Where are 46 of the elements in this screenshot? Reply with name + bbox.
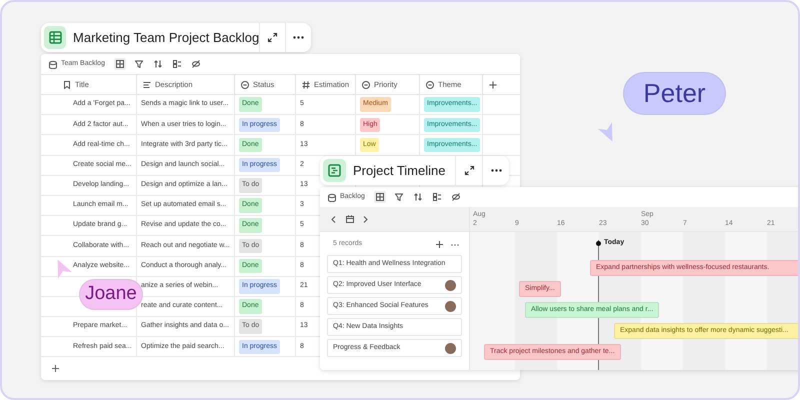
status-icon bbox=[362, 80, 370, 88]
database-icon bbox=[328, 192, 336, 202]
sort-icon bbox=[154, 60, 162, 68]
hidden-eye-icon bbox=[452, 193, 460, 201]
sheet-icon bbox=[48, 31, 62, 44]
chevron-right-icon bbox=[363, 216, 368, 222]
filter-button[interactable] bbox=[392, 191, 405, 203]
more-icon bbox=[293, 36, 304, 39]
status-icon bbox=[241, 80, 249, 88]
group-button[interactable] bbox=[430, 191, 443, 203]
calendar-button[interactable] bbox=[346, 214, 356, 224]
hash-icon bbox=[302, 80, 310, 88]
grid-button[interactable] bbox=[374, 191, 386, 203]
hidden-eye-icon bbox=[192, 60, 200, 68]
text-lines-icon bbox=[143, 80, 151, 88]
sort-button[interactable] bbox=[152, 58, 164, 70]
plus-icon bbox=[489, 80, 497, 88]
grid-icon bbox=[376, 193, 384, 201]
filter-button[interactable] bbox=[132, 58, 145, 70]
hide-button[interactable] bbox=[450, 191, 462, 203]
chevron-left-icon bbox=[331, 216, 336, 222]
status-icon bbox=[426, 80, 434, 88]
more-icon bbox=[490, 169, 502, 172]
sort-button[interactable] bbox=[412, 191, 424, 203]
plus-icon bbox=[52, 364, 58, 372]
calendar-icon bbox=[346, 215, 354, 223]
group-button[interactable] bbox=[170, 58, 183, 70]
filter-icon bbox=[134, 60, 143, 68]
plus-icon bbox=[436, 241, 442, 248]
filter-icon bbox=[394, 193, 403, 201]
timeline-icon bbox=[328, 164, 341, 177]
expand-icon bbox=[464, 165, 474, 176]
database-icon bbox=[49, 60, 57, 68]
group-icon bbox=[172, 60, 181, 68]
add-record-button[interactable] bbox=[434, 240, 444, 250]
window-title: Marketing Team Project Backlog bbox=[73, 28, 260, 47]
name-bubble: Peter bbox=[623, 72, 726, 115]
window-title: Project Timeline bbox=[353, 162, 446, 180]
grid-button[interactable] bbox=[114, 58, 126, 70]
add-row-button[interactable] bbox=[50, 363, 60, 374]
expand-icon bbox=[267, 32, 278, 43]
grid-icon bbox=[116, 60, 124, 68]
group-icon bbox=[432, 193, 441, 201]
hide-button[interactable] bbox=[190, 58, 202, 70]
bookmark-icon bbox=[63, 80, 71, 88]
sort-icon bbox=[414, 193, 422, 201]
